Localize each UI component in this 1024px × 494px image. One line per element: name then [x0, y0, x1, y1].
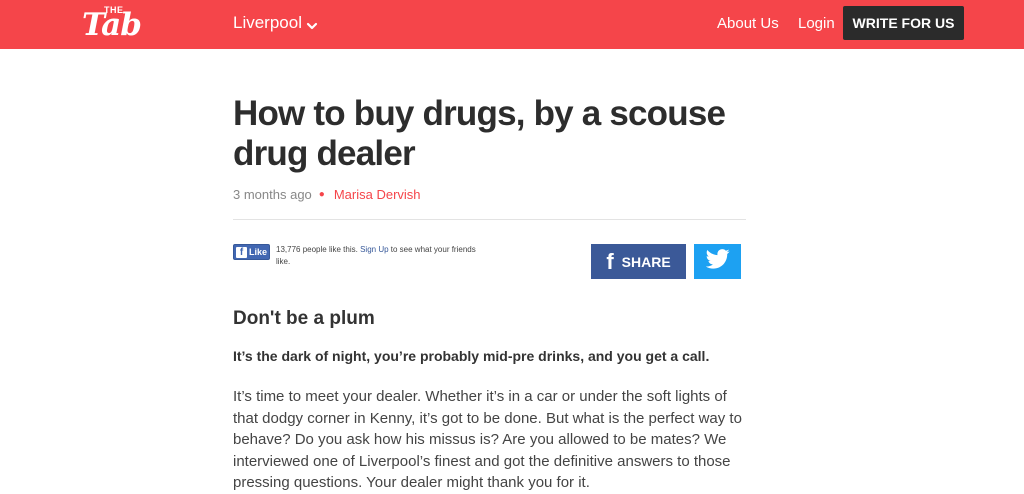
signup-link[interactable]: Sign Up: [360, 245, 388, 254]
publish-time: 3 months ago: [233, 187, 312, 202]
article-meta: 3 months ago ● Marisa Dervish: [233, 187, 421, 202]
logo-tab-text: Tab: [82, 7, 142, 43]
article-lead: It’s the dark of night, you’re probably …: [233, 348, 710, 364]
twitter-bird-icon: [705, 249, 730, 274]
facebook-like-widget: f Like 13,776 people like this. Sign Up …: [233, 244, 476, 268]
facebook-f-icon: f: [606, 248, 614, 274]
author-link[interactable]: Marisa Dervish: [334, 187, 421, 202]
facebook-like-button[interactable]: f Like: [233, 244, 270, 260]
about-us-link[interactable]: About Us: [717, 15, 779, 32]
the-tab-logo[interactable]: THE Tab: [82, 5, 150, 41]
edition-label: Liverpool: [233, 13, 302, 32]
share-label: SHARE: [621, 253, 671, 270]
write-for-us-button[interactable]: WRITE FOR US: [843, 6, 964, 40]
chevron-down-icon: [306, 17, 318, 30]
facebook-icon: f: [236, 246, 247, 258]
meta-divider: [233, 219, 746, 220]
article-body-paragraph: It’s time to meet your dealer. Whether i…: [233, 388, 742, 491]
like-label: Like: [249, 247, 268, 257]
login-link[interactable]: Login: [798, 15, 835, 32]
article-subhead: Don't be a plum: [233, 308, 375, 329]
top-navigation-bar: THE Tab Liverpool About Us Login WRITE F…: [0, 0, 1024, 49]
facebook-share-button[interactable]: f SHARE: [591, 244, 686, 279]
twitter-share-button[interactable]: [694, 244, 741, 279]
edition-dropdown[interactable]: Liverpool: [233, 13, 318, 33]
meta-separator-dot: ●: [318, 189, 325, 200]
like-count: 13,776 people like this.: [276, 245, 358, 254]
like-count-text: 13,776 people like this. Sign Up to see …: [276, 244, 476, 268]
article-headline: How to buy drugs, by a scouse drug deale…: [233, 94, 726, 173]
